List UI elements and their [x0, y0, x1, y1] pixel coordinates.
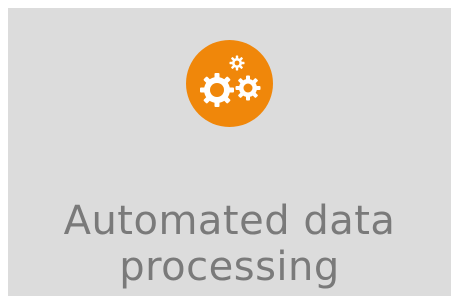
gears-icon — [186, 40, 273, 127]
tile-label-line-2: processing — [119, 244, 340, 290]
automated-data-processing-tile[interactable]: Automated data processing — [8, 8, 451, 296]
tile-label: Automated data processing — [8, 198, 451, 290]
tile-label-line-1: Automated data — [63, 198, 396, 244]
